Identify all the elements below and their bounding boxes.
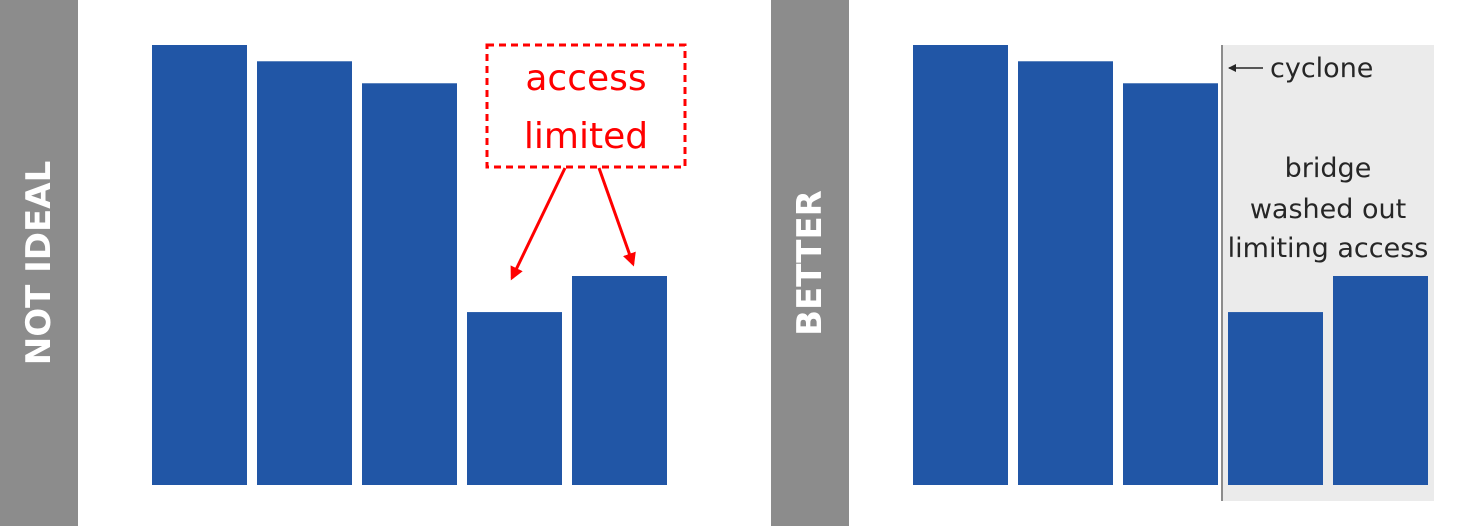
bar-5	[1333, 276, 1428, 485]
annotation-line-2: limited	[524, 116, 648, 157]
bar-5	[572, 276, 667, 485]
arrow-to-bar-5	[597, 167, 636, 267]
region-note-line-3: limiting access	[1228, 233, 1429, 264]
panel-not-ideal: NOT IDEAL access limited	[0, 0, 687, 526]
bar-3	[1123, 83, 1218, 485]
panel-label: NOT IDEAL	[19, 161, 59, 365]
bar-2	[1018, 61, 1113, 485]
bar-3	[362, 83, 457, 485]
bar-group	[152, 45, 667, 485]
figure: NOT IDEAL access limited BETTER cyclone	[0, 0, 1483, 526]
bar-1	[152, 45, 247, 485]
arrow-to-bar-4	[510, 167, 567, 281]
bar-4	[1228, 312, 1323, 485]
region-note-line-2: washed out	[1250, 194, 1406, 225]
annotation-line-1: access	[525, 58, 646, 99]
panel-better: BETTER cyclone bridge washed out limitin…	[771, 0, 1434, 526]
access-limited-annotation: access limited	[485, 43, 687, 281]
bar-2	[257, 61, 352, 485]
bar-1	[913, 45, 1008, 485]
comparison-chart-figure: NOT IDEAL access limited BETTER cyclone	[0, 0, 1434, 526]
cyclone-label-text: cyclone	[1270, 53, 1373, 84]
panel-label: BETTER	[790, 190, 830, 336]
bar-4	[467, 312, 562, 485]
region-note-line-1: bridge	[1285, 153, 1372, 184]
